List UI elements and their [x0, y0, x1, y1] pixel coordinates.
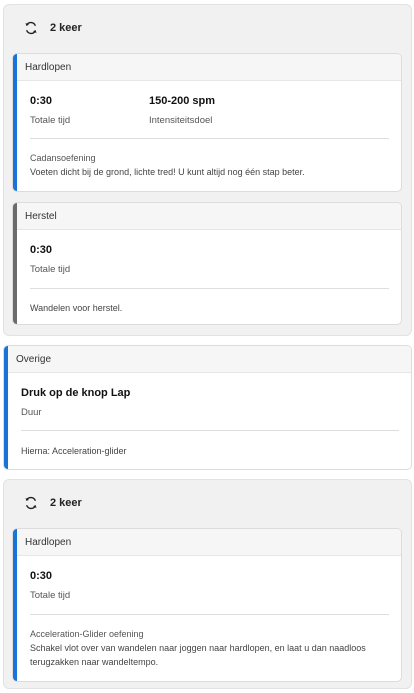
step-card-run[interactable]: Hardlopen 0:30 Totale tijd 150-200 spm I… — [12, 53, 402, 192]
divider — [30, 288, 389, 289]
intensity-target-value: 150-200 spm — [149, 95, 216, 107]
repeat-count: 2 keer — [50, 497, 82, 509]
divider — [30, 138, 389, 139]
step-card-recovery[interactable]: Herstel 0:30 Totale tijd Wandelen voor h… — [12, 202, 402, 325]
step-type-label: Hardlopen — [13, 529, 401, 556]
step-card-other[interactable]: Overige Druk op de knop Lap Duur Hierna:… — [3, 345, 412, 470]
step-note-title: Acceleration-Glider oefening — [30, 629, 144, 639]
step-note-text: Schakel vlot over van wandelen naar jogg… — [30, 643, 366, 667]
lap-button-instruction: Druk op de knop Lap — [21, 387, 131, 399]
step-type-label: Overige — [4, 346, 411, 373]
duration-label: Duur — [21, 407, 42, 418]
repeat-header: 2 keer — [4, 480, 411, 526]
divider — [30, 614, 389, 615]
step-type-label: Herstel — [13, 203, 401, 230]
repeat-icon — [25, 496, 37, 510]
next-step-note: Hierna: Acceleration-glider — [21, 446, 127, 456]
total-time-value: 0:30 — [30, 95, 53, 107]
total-time-value: 0:30 — [30, 570, 53, 582]
step-card-run[interactable]: Hardlopen 0:30 Totale tijd Acceleration-… — [12, 528, 402, 682]
step-note-text: Voeten dicht bij de grond, lichte tred! … — [30, 167, 305, 177]
workout-steps-list: 2 keer Hardlopen 0:30 Totale tijd 150-20… — [0, 0, 414, 693]
step-note-title: Cadansoefening — [30, 153, 96, 163]
divider — [21, 430, 399, 431]
step-note-text: Wandelen voor herstel. — [30, 303, 123, 313]
total-time-label: Totale tijd — [30, 115, 71, 126]
repeat-icon — [25, 21, 37, 35]
total-time-label: Totale tijd — [30, 264, 71, 275]
repeat-count: 2 keer — [50, 22, 82, 34]
step-type-label: Hardlopen — [13, 54, 401, 81]
total-time-label: Totale tijd — [30, 590, 71, 601]
repeat-header: 2 keer — [4, 5, 411, 51]
intensity-target-label: Intensiteitsdoel — [149, 115, 213, 126]
total-time-value: 0:30 — [30, 244, 53, 256]
